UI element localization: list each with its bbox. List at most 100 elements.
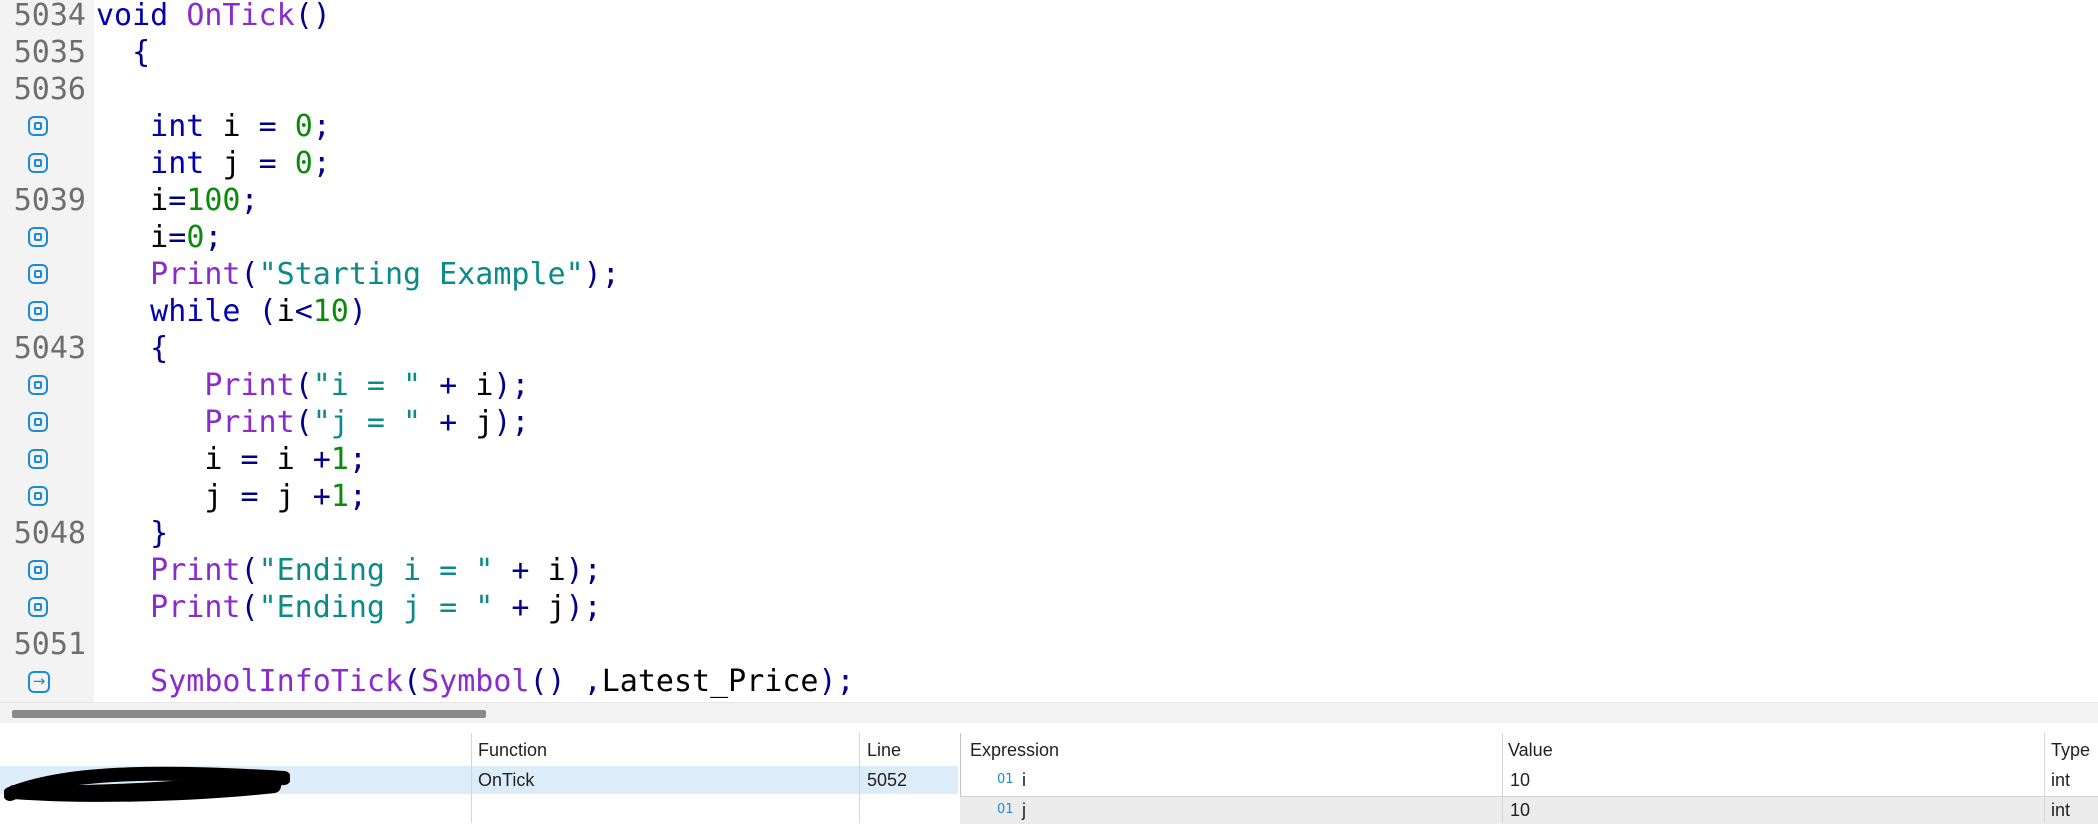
code-line[interactable]: Print("Ending j = " + j); — [0, 589, 2098, 626]
line-number: 5034 — [13, 0, 86, 33]
code-text[interactable]: } — [96, 515, 168, 552]
code-token: ); — [583, 257, 620, 292]
code-text[interactable]: int j = 0; — [96, 145, 331, 182]
code-token: ( — [240, 553, 259, 588]
code-line[interactable]: while (i<10) — [0, 293, 2098, 330]
code-text[interactable]: void OnTick() — [96, 0, 331, 34]
callstack-header-function[interactable]: Function — [478, 738, 547, 762]
code-line[interactable]: i=0; — [0, 219, 2098, 256]
watch-header-value[interactable]: Value — [1508, 738, 1553, 762]
code-line[interactable]: j = j +1; — [0, 478, 2098, 515]
code-line[interactable]: int j = 0; — [0, 145, 2098, 182]
code-line[interactable]: 5043 { — [0, 330, 2098, 367]
code-token: ; — [204, 220, 223, 255]
code-editor[interactable]: 5034 void OnTick() 5035 {5036 int i = 0; i… — [0, 0, 2098, 702]
callstack-line-cell[interactable]: 5052 — [867, 768, 907, 792]
column-divider[interactable] — [1502, 733, 1503, 823]
code-token: + — [312, 442, 331, 477]
scrollbar-thumb[interactable] — [12, 710, 486, 718]
watch-header-expression[interactable]: Expression — [970, 738, 1059, 762]
watch-value-cell[interactable]: 10 — [1510, 798, 1530, 822]
callstack-header-line[interactable]: Line — [867, 738, 901, 762]
code-token: ( — [403, 664, 422, 699]
code-token: () — [294, 0, 331, 33]
breakpoint-icon[interactable] — [28, 597, 48, 617]
code-token: } — [96, 516, 169, 551]
code-text[interactable]: i=0; — [96, 219, 222, 256]
code-text[interactable]: { — [96, 34, 150, 71]
code-token: = — [240, 479, 277, 514]
breakpoint-icon[interactable] — [28, 264, 48, 284]
code-token: ; — [348, 442, 367, 477]
code-token: ( — [258, 294, 277, 329]
line-number: 5039 — [13, 183, 86, 218]
breakpoint-icon[interactable] — [28, 560, 48, 580]
code-token: i — [276, 442, 313, 477]
code-line[interactable]: i = i +1; — [0, 441, 2098, 478]
watch-header-type[interactable]: Type — [2051, 738, 2090, 762]
code-line[interactable]: Print("Ending i = " + i); — [0, 552, 2098, 589]
code-token: i — [96, 220, 169, 255]
code-text[interactable]: { — [96, 330, 168, 367]
code-token: int — [96, 109, 223, 144]
code-token: ( — [294, 368, 313, 403]
breakpoint-icon[interactable] — [28, 116, 48, 136]
code-text[interactable]: Print("Ending j = " + j); — [96, 589, 602, 626]
watch-expression-cell[interactable]: j — [1022, 798, 1026, 822]
integer-type-icon: 01 — [997, 802, 1014, 817]
code-text[interactable]: Print("Ending i = " + i); — [96, 552, 602, 589]
code-text[interactable]: i = i +1; — [96, 441, 367, 478]
callstack-function-cell[interactable]: OnTick — [478, 768, 534, 792]
code-text[interactable]: int i = 0; — [96, 108, 331, 145]
line-number: 5051 — [13, 627, 86, 662]
code-line[interactable]: Print("j = " + j); — [0, 404, 2098, 441]
breakpoint-icon[interactable] — [28, 153, 48, 173]
breakpoint-icon[interactable] — [28, 449, 48, 469]
code-token: = — [240, 442, 277, 477]
code-line[interactable]: int i = 0; — [0, 108, 2098, 145]
code-text[interactable]: SymbolInfoTick(Symbol() ,Latest_Price); — [96, 663, 854, 700]
code-token: i — [276, 294, 295, 329]
breakpoint-icon[interactable] — [28, 412, 48, 432]
code-token: { — [96, 35, 151, 70]
code-token: 0 — [294, 109, 313, 144]
code-token: void — [96, 0, 187, 33]
column-divider[interactable] — [471, 733, 472, 823]
code-text[interactable]: i=100; — [96, 182, 258, 219]
code-token: 1 — [330, 442, 349, 477]
code-token: Print — [96, 368, 295, 403]
breakpoint-icon[interactable] — [28, 486, 48, 506]
code-token: ); — [493, 368, 530, 403]
code-text[interactable]: Print("i = " + i); — [96, 367, 530, 404]
code-token: Print — [96, 590, 241, 625]
code-token: i — [475, 368, 494, 403]
breakpoint-icon[interactable] — [28, 375, 48, 395]
column-divider[interactable] — [2044, 733, 2045, 823]
code-token: < — [294, 294, 313, 329]
code-text[interactable]: Print("Starting Example"); — [96, 256, 620, 293]
code-token: "i = " — [312, 368, 422, 403]
code-text[interactable]: Print("j = " + j); — [96, 404, 529, 441]
code-token: 0 — [186, 220, 205, 255]
code-line[interactable]: → SymbolInfoTick(Symbol() ,Latest_Price)… — [0, 663, 2098, 700]
code-line[interactable]: Print("i = " + i); — [0, 367, 2098, 404]
column-divider[interactable] — [859, 733, 860, 823]
breakpoint-icon[interactable] — [28, 227, 48, 247]
horizontal-scrollbar[interactable] — [0, 702, 2098, 723]
code-text[interactable]: while (i<10) — [96, 293, 367, 330]
current-line-arrow-icon[interactable]: → — [28, 671, 50, 693]
code-line[interactable]: 5039 i=100; — [0, 182, 2098, 219]
code-line[interactable]: 5048 } — [0, 515, 2098, 552]
watch-value-cell[interactable]: 10 — [1510, 768, 1530, 792]
watch-expression-cell[interactable]: i — [1022, 768, 1026, 792]
code-token: i — [96, 442, 241, 477]
code-line[interactable]: 5035 { — [0, 34, 2098, 71]
breakpoint-icon[interactable] — [28, 301, 48, 321]
code-line[interactable]: Print("Starting Example"); — [0, 256, 2098, 293]
code-line[interactable]: 5036 — [0, 71, 2098, 108]
code-line[interactable]: 5034 void OnTick() — [0, 0, 2098, 34]
code-token: "Ending j = " — [258, 590, 494, 625]
code-text[interactable]: j = j +1; — [96, 478, 367, 515]
code-line[interactable]: 5051 — [0, 626, 2098, 663]
code-token: ( — [294, 405, 313, 440]
